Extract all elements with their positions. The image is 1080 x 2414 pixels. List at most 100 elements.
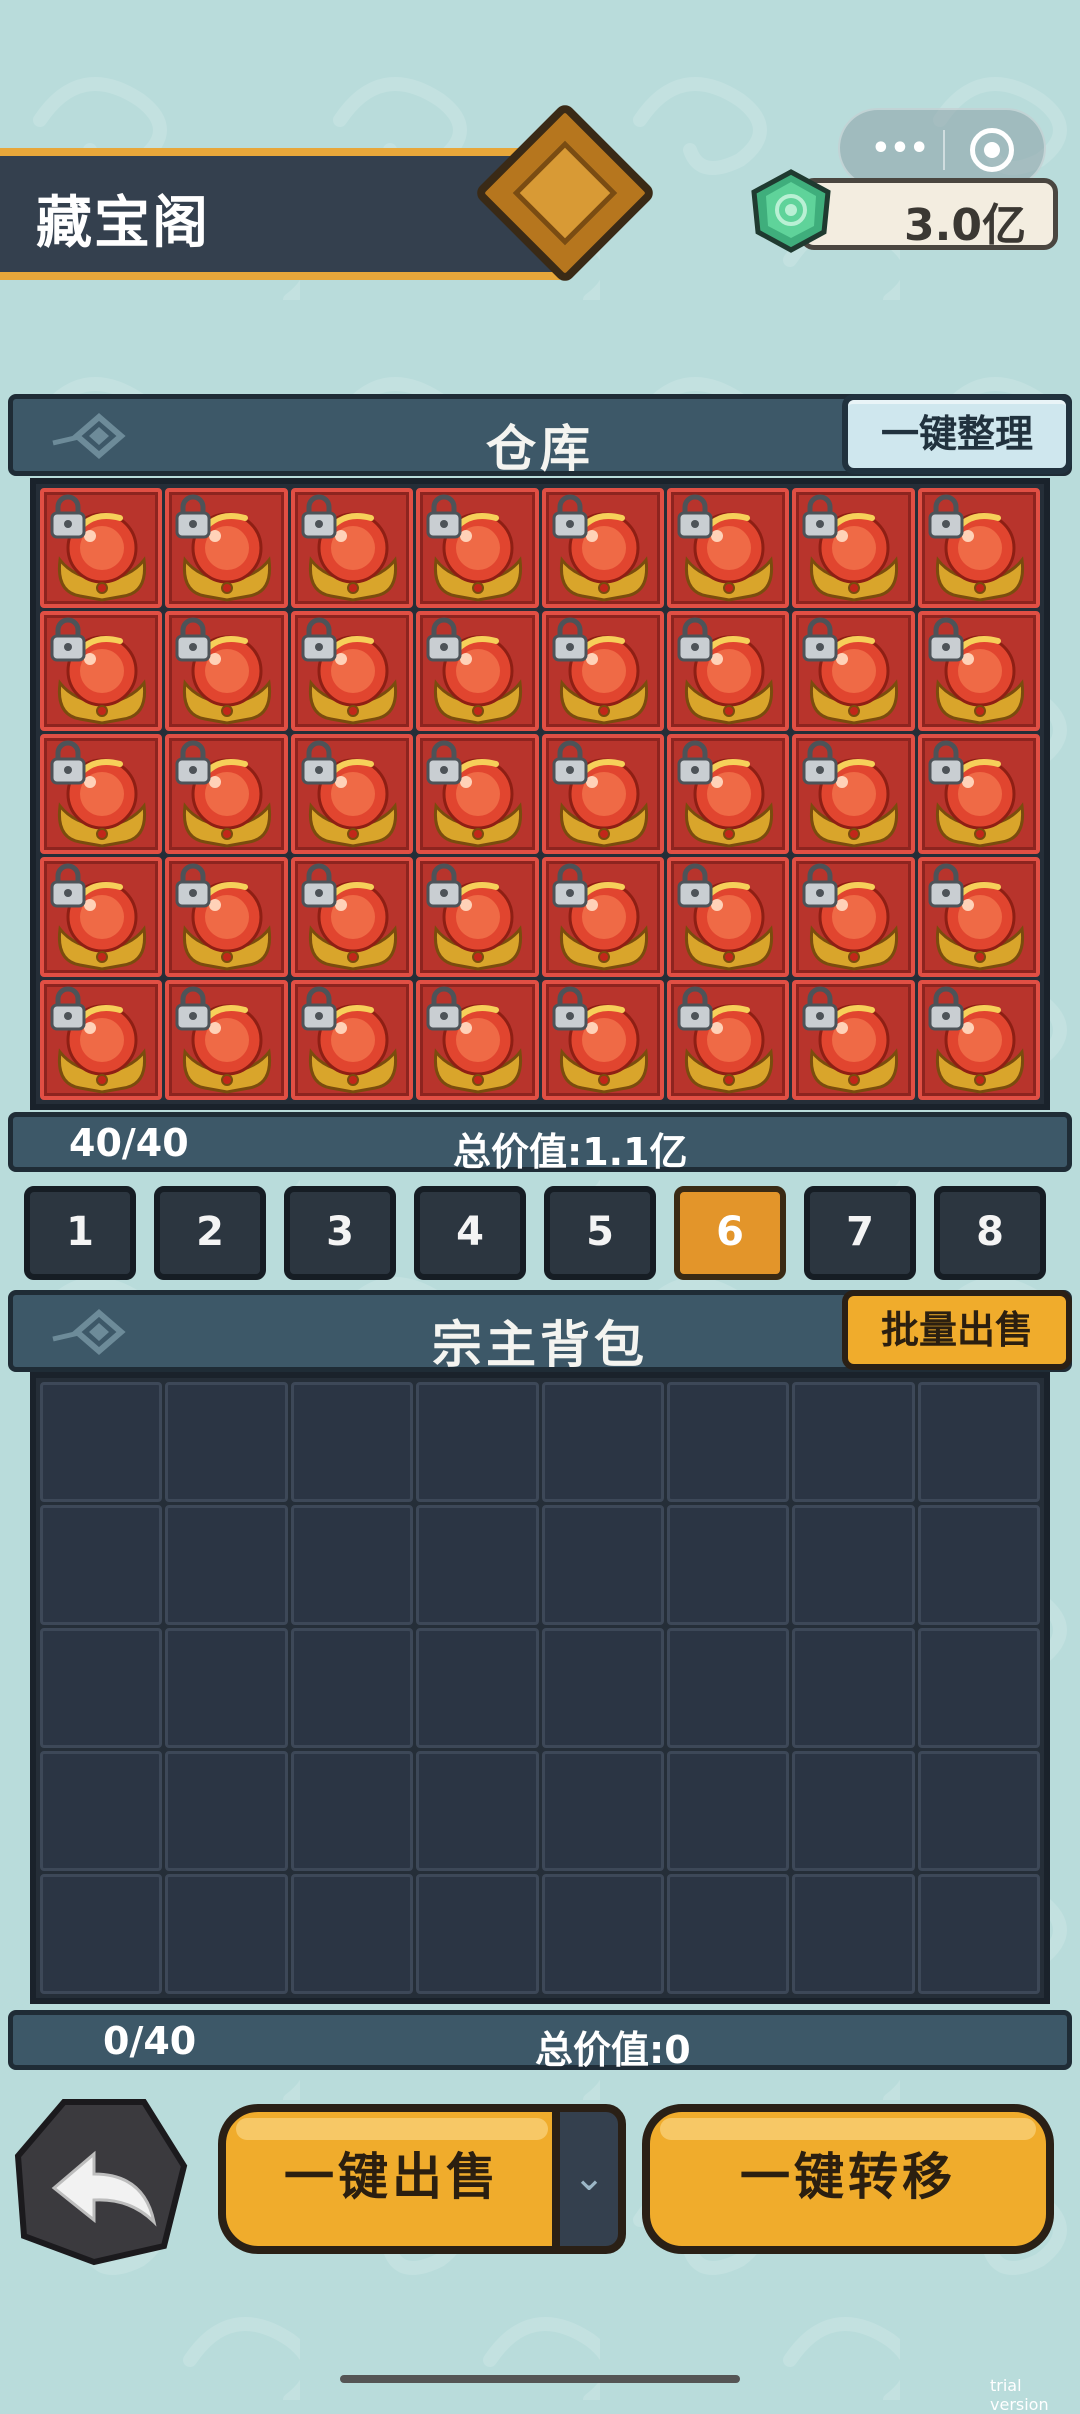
lock-icon [50, 617, 86, 662]
warehouse-slot[interactable] [666, 488, 790, 608]
page-tab-5[interactable]: 5 [544, 1186, 656, 1280]
warehouse-slot[interactable] [290, 980, 414, 1100]
backpack-slot[interactable] [541, 1382, 664, 1502]
backpack-slot[interactable] [541, 1751, 664, 1871]
sell-all-button[interactable]: 一键出售 [218, 2104, 566, 2254]
backpack-slot[interactable] [290, 1505, 414, 1625]
warehouse-slot[interactable] [541, 488, 664, 608]
backpack-slot[interactable] [666, 1382, 790, 1502]
backpack-slot[interactable] [290, 1628, 414, 1748]
page-tab-4[interactable]: 4 [414, 1186, 526, 1280]
backpack-slot[interactable] [290, 1382, 414, 1502]
more-menu-button[interactable]: ••• [870, 134, 930, 164]
backpack-slot[interactable] [40, 1505, 163, 1625]
warehouse-slot[interactable] [165, 611, 288, 731]
backpack-slot[interactable] [165, 1628, 288, 1748]
backpack-slot[interactable] [165, 1505, 288, 1625]
backpack-slot[interactable] [165, 1382, 288, 1502]
backpack-slot[interactable] [40, 1874, 163, 1994]
warehouse-slot[interactable] [792, 488, 915, 608]
warehouse-slot[interactable] [416, 488, 539, 608]
warehouse-slot[interactable] [165, 980, 288, 1100]
backpack-slot[interactable] [541, 1628, 664, 1748]
backpack-slot[interactable] [416, 1874, 539, 1994]
close-miniprogram-icon[interactable] [970, 128, 1014, 172]
warehouse-slot[interactable] [917, 734, 1040, 854]
warehouse-slot[interactable] [792, 857, 915, 977]
page-tab-3[interactable]: 3 [284, 1186, 396, 1280]
backpack-slot[interactable] [40, 1382, 163, 1502]
backpack-footer: 0/40 总价值:0 [8, 2010, 1072, 2072]
warehouse-slot[interactable] [541, 857, 664, 977]
backpack-slot[interactable] [792, 1874, 915, 1994]
backpack-slot[interactable] [792, 1505, 915, 1625]
page-tab-7[interactable]: 7 [804, 1186, 916, 1280]
warehouse-slot[interactable] [917, 611, 1040, 731]
auto-sort-button[interactable]: 一键整理 [842, 394, 1072, 474]
warehouse-slot[interactable] [290, 611, 414, 731]
warehouse-slot[interactable] [40, 857, 163, 977]
backpack-slot[interactable] [792, 1751, 915, 1871]
backpack-slot[interactable] [416, 1628, 539, 1748]
backpack-slot[interactable] [917, 1874, 1040, 1994]
backpack-slot[interactable] [165, 1751, 288, 1871]
warehouse-slot[interactable] [40, 611, 163, 731]
backpack-slot[interactable] [917, 1505, 1040, 1625]
page-tab-2[interactable]: 2 [154, 1186, 266, 1280]
warehouse-slot[interactable] [541, 611, 664, 731]
sell-options-dropdown[interactable]: ⌄ [552, 2104, 626, 2254]
warehouse-slot[interactable] [666, 857, 790, 977]
backpack-slot[interactable] [416, 1382, 539, 1502]
warehouse-slot[interactable] [917, 980, 1040, 1100]
warehouse-slot[interactable] [416, 980, 539, 1100]
batch-sell-button[interactable]: 批量出售 [842, 1290, 1072, 1370]
backpack-slot[interactable] [666, 1505, 790, 1625]
backpack-slot[interactable] [917, 1382, 1040, 1502]
backpack-slot[interactable] [541, 1505, 664, 1625]
backpack-slot[interactable] [666, 1751, 790, 1871]
warehouse-slot[interactable] [40, 734, 163, 854]
warehouse-slot[interactable] [165, 488, 288, 608]
backpack-slot[interactable] [165, 1874, 288, 1994]
backpack-slot[interactable] [416, 1751, 539, 1871]
backpack-slot[interactable] [917, 1751, 1040, 1871]
warehouse-slot[interactable] [666, 611, 790, 731]
warehouse-slot[interactable] [165, 734, 288, 854]
backpack-slot[interactable] [416, 1505, 539, 1625]
home-indicator[interactable] [340, 2375, 740, 2383]
warehouse-slot[interactable] [416, 734, 539, 854]
backpack-slot[interactable] [40, 1628, 163, 1748]
warehouse-slot[interactable] [666, 734, 790, 854]
backpack-slot[interactable] [792, 1382, 915, 1502]
backpack-slot[interactable] [917, 1628, 1040, 1748]
warehouse-slot[interactable] [666, 980, 790, 1100]
page-tab-6[interactable]: 6 [674, 1186, 786, 1280]
warehouse-slot[interactable] [40, 980, 163, 1100]
back-arrow-icon[interactable] [14, 2096, 190, 2266]
transfer-all-button[interactable]: 一键转移 [642, 2104, 1054, 2254]
backpack-slot[interactable] [666, 1874, 790, 1994]
warehouse-slot[interactable] [416, 857, 539, 977]
page-title: 藏宝阁 [36, 191, 210, 256]
warehouse-slot[interactable] [917, 857, 1040, 977]
warehouse-slot[interactable] [541, 980, 664, 1100]
backpack-slot[interactable] [541, 1874, 664, 1994]
warehouse-slot[interactable] [290, 857, 414, 977]
warehouse-slot[interactable] [290, 488, 414, 608]
warehouse-slot[interactable] [40, 488, 163, 608]
backpack-slot[interactable] [290, 1751, 414, 1871]
warehouse-slot[interactable] [541, 734, 664, 854]
warehouse-slot[interactable] [165, 857, 288, 977]
warehouse-slot[interactable] [290, 734, 414, 854]
backpack-slot[interactable] [792, 1628, 915, 1748]
backpack-slot[interactable] [290, 1874, 414, 1994]
warehouse-slot[interactable] [792, 734, 915, 854]
backpack-slot[interactable] [40, 1751, 163, 1871]
page-tab-8[interactable]: 8 [934, 1186, 1046, 1280]
page-tab-1[interactable]: 1 [24, 1186, 136, 1280]
warehouse-slot[interactable] [917, 488, 1040, 608]
backpack-slot[interactable] [666, 1628, 790, 1748]
warehouse-slot[interactable] [416, 611, 539, 731]
warehouse-slot[interactable] [792, 980, 915, 1100]
warehouse-slot[interactable] [792, 611, 915, 731]
